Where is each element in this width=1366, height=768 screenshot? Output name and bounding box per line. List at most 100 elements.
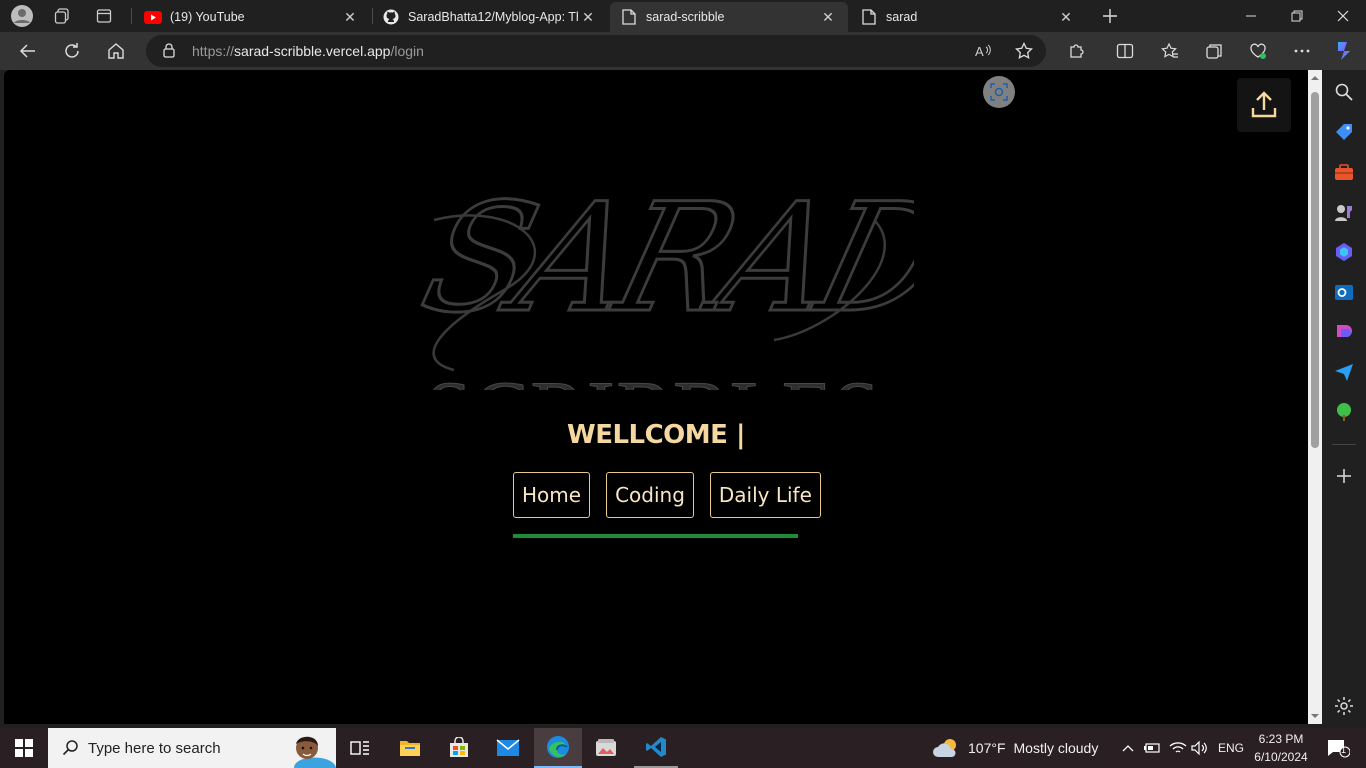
system-clock[interactable]: 6:23 PM 6/10/2024 [1250,730,1312,766]
wifi-icon [1169,742,1187,753]
notifications-button[interactable]: 1 [1318,728,1358,768]
close-window-button[interactable] [1320,0,1366,32]
tree-icon[interactable] [1334,402,1354,422]
read-aloud-button[interactable]: A [968,35,1000,67]
youtube-icon [144,8,162,26]
tab-youtube[interactable]: (19) YouTube ✕ [134,2,370,32]
tab-actions-button[interactable] [84,0,124,32]
tab-actions-icon [96,9,112,23]
start-button[interactable] [0,728,48,768]
url-scheme: https:// [192,43,235,59]
wifi-button[interactable] [1168,728,1188,768]
windows-taskbar: Type here to search 107°F Mostly cloudy [0,728,1366,768]
workspaces-button[interactable] [42,0,82,32]
send-icon[interactable] [1334,362,1354,382]
outlook-icon[interactable] [1334,282,1354,302]
tab-github[interactable]: SaradBhatta12/Myblog-App: This ✕ [372,2,608,32]
vscode-button[interactable] [634,728,678,768]
tab-sarad[interactable]: sarad ✕ [850,2,1086,32]
page-icon [860,8,878,26]
main-nav: Home Coding Daily Life [513,472,821,518]
upload-button[interactable] [1237,78,1291,132]
games-icon[interactable] [1334,202,1354,222]
weather-desc: Mostly cloudy [1013,740,1099,756]
refresh-button[interactable] [56,35,88,67]
new-tab-button[interactable] [1090,0,1130,32]
sidebar-divider [1332,444,1356,445]
close-icon[interactable]: ✕ [818,9,838,26]
restore-icon [1291,10,1303,22]
folder-icon [400,741,420,756]
photos-button[interactable] [586,728,626,768]
copilot-button[interactable] [1328,35,1360,67]
favorite-button[interactable] [1008,35,1040,67]
chevron-up-icon [1122,745,1134,752]
tab-title: SaradBhatta12/Myblog-App: This [408,10,578,24]
puzzle-icon [1070,44,1084,58]
close-icon[interactable]: ✕ [340,9,360,26]
store-button[interactable] [439,728,479,768]
more-menu-button[interactable] [1286,35,1318,67]
file-explorer-button[interactable] [390,728,430,768]
lock-icon[interactable] [162,42,180,61]
split-screen-button[interactable] [1109,35,1141,67]
volume-button[interactable] [1190,728,1210,768]
collections-button[interactable] [1198,35,1230,67]
minimize-button[interactable] [1228,0,1274,32]
gear-icon[interactable] [1334,696,1354,716]
store-icon [450,737,468,757]
restore-button[interactable] [1274,0,1320,32]
scroll-up-icon[interactable] [1308,72,1322,84]
task-view-button[interactable] [340,728,380,768]
logo-serif-text: SCRIBBLES [426,364,881,390]
shopping-tag-icon[interactable] [1334,122,1354,142]
copilot-icon[interactable] [1334,242,1354,262]
more-icon [1294,49,1310,53]
volume-icon [1191,741,1207,755]
mail-button[interactable] [488,728,528,768]
close-icon[interactable]: ✕ [578,9,598,26]
notification-icon [1328,740,1350,758]
back-button[interactable] [12,35,44,67]
close-icon [1337,10,1349,22]
edge-taskbar-button[interactable] [534,728,582,768]
nav-link-daily-life[interactable]: Daily Life [709,472,821,518]
mail-icon [496,739,520,756]
search-icon[interactable] [1334,82,1354,102]
vscode-icon [646,737,666,757]
battery-button[interactable] [1142,728,1162,768]
weather-temp: 107°F [968,740,1006,756]
plus-icon[interactable] [1334,466,1354,486]
star-icon [1015,42,1033,60]
windows-icon [15,739,33,757]
designer-icon[interactable] [1334,322,1354,342]
cloudy-icon [933,739,956,757]
address-bar[interactable]: https://sarad-scribble.vercel.app/login [146,35,1046,67]
lens-icon [990,83,1008,101]
scrollbar-thumb[interactable] [1311,92,1319,448]
favorites-button[interactable] [1154,35,1186,67]
tab-title: sarad [886,10,918,24]
address-toolbar: https://sarad-scribble.vercel.app/login … [0,32,1366,70]
tools-icon[interactable] [1334,162,1354,182]
close-icon[interactable]: ✕ [1056,9,1076,26]
language-indicator[interactable]: ENG [1214,728,1248,768]
tab-separator [131,8,132,24]
browser-essentials-button[interactable] [1242,35,1274,67]
nav-link-home[interactable]: Home [513,472,591,518]
taskbar-search[interactable]: Type here to search [48,728,336,768]
search-placeholder: Type here to search [88,739,221,757]
tray-overflow-button[interactable] [1118,728,1138,768]
nav-link-coding[interactable]: Coding [606,472,694,518]
weather-widget[interactable]: 107°F Mostly cloudy [932,728,1104,768]
extensions-button[interactable] [1061,35,1093,67]
scroll-down-icon[interactable] [1308,710,1322,722]
home-button[interactable] [100,35,132,67]
visual-search-button[interactable] [983,76,1015,108]
tab-sarad-scribble[interactable]: sarad-scribble ✕ [610,2,848,32]
page-scrollbar[interactable] [1308,70,1322,724]
upload-icon [1251,91,1277,118]
minimize-icon [1246,15,1256,17]
profile-avatar[interactable] [2,0,42,32]
nav-underline [513,534,798,538]
